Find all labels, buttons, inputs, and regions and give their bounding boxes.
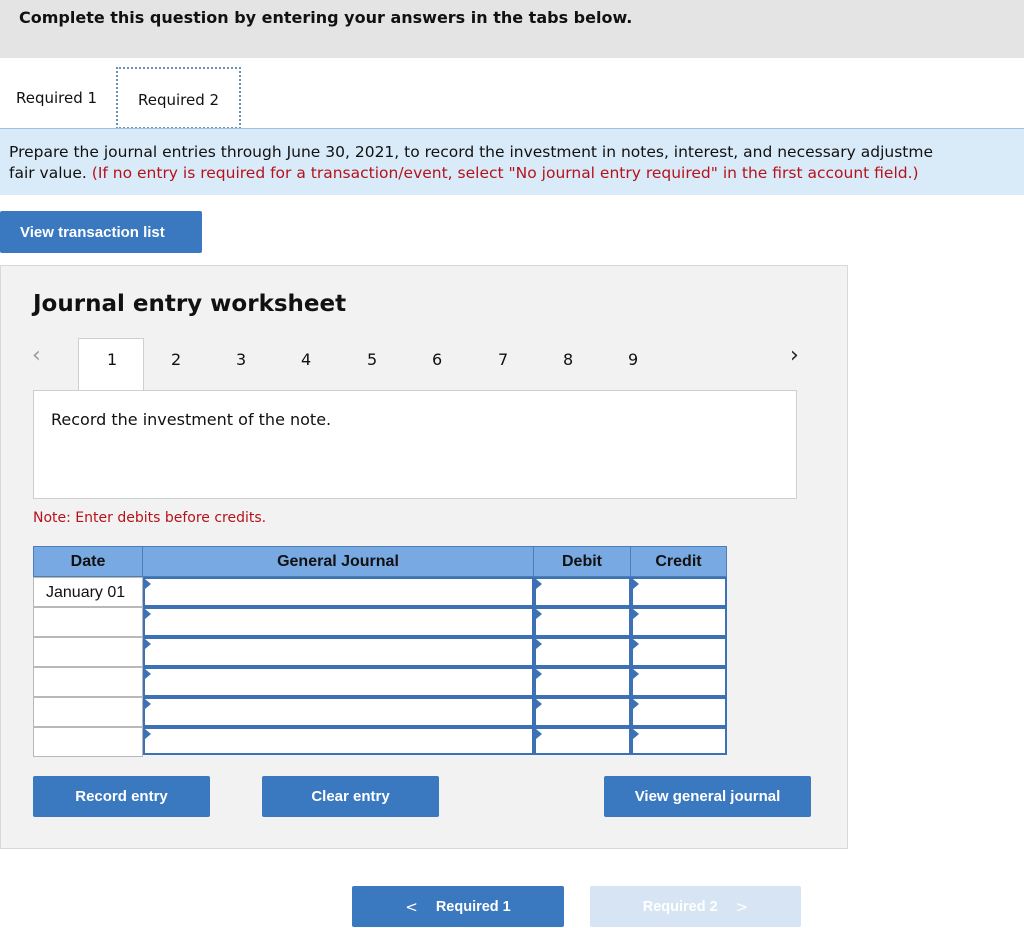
credit-input[interactable] xyxy=(631,697,727,727)
step-tab-6[interactable]: 6 xyxy=(432,350,442,369)
date-cell[interactable] xyxy=(33,697,143,727)
account-input[interactable] xyxy=(143,667,534,697)
tab-required-1-label: Required 1 xyxy=(16,89,98,107)
transaction-description-text: Record the investment of the note. xyxy=(51,410,332,429)
instructions-banner: Prepare the journal entries through June… xyxy=(0,128,1024,195)
debit-input[interactable] xyxy=(534,637,631,667)
step-tab-3[interactable]: 3 xyxy=(236,350,246,369)
account-input[interactable] xyxy=(143,577,534,607)
instructions-warning: (If no entry is required for a transacti… xyxy=(91,164,919,182)
transaction-description: Record the investment of the note. xyxy=(33,390,797,499)
step-tab-1[interactable]: 1 xyxy=(107,350,117,369)
chevron-left-icon: < xyxy=(405,897,418,916)
date-cell[interactable] xyxy=(33,607,143,637)
date-cell[interactable] xyxy=(33,727,143,757)
credit-input[interactable] xyxy=(631,727,727,755)
chevron-left-icon[interactable]: ‹ xyxy=(32,343,41,368)
credit-input[interactable] xyxy=(631,577,727,607)
date-cell[interactable]: January 01 xyxy=(33,577,143,607)
question-header: Complete this question by entering your … xyxy=(0,0,1024,58)
account-input[interactable] xyxy=(143,637,534,667)
date-cell[interactable] xyxy=(33,637,143,667)
step-tab-2[interactable]: 2 xyxy=(171,350,181,369)
view-general-journal-button[interactable]: View general journal xyxy=(604,776,811,817)
column-header-general-journal: General Journal xyxy=(142,546,534,577)
date-cell[interactable] xyxy=(33,667,143,697)
instructions-line-2: fair value. (If no entry is required for… xyxy=(9,163,1024,184)
instructions-line-1: Prepare the journal entries through June… xyxy=(9,143,934,161)
column-header-date: Date xyxy=(33,546,143,577)
credit-input[interactable] xyxy=(631,607,727,637)
tab-required-1[interactable]: Required 1 xyxy=(0,68,117,128)
chevron-right-icon: > xyxy=(735,897,749,916)
view-transaction-list-button[interactable]: View transaction list xyxy=(0,211,202,253)
previous-required-button[interactable]: < Required 1 xyxy=(352,886,564,927)
debit-input[interactable] xyxy=(534,697,631,727)
clear-entry-button[interactable]: Clear entry xyxy=(262,776,439,817)
credit-input[interactable] xyxy=(631,667,727,697)
column-header-debit: Debit xyxy=(533,546,631,577)
account-input[interactable] xyxy=(143,727,534,755)
account-input[interactable] xyxy=(143,607,534,637)
chevron-right-icon[interactable]: › xyxy=(790,343,799,368)
debit-credit-note: Note: Enter debits before credits. xyxy=(33,510,267,526)
tab-required-2[interactable]: Required 2 xyxy=(116,67,241,129)
step-tab-5[interactable]: 5 xyxy=(367,350,377,369)
account-input[interactable] xyxy=(143,697,534,727)
step-tab-9[interactable]: 9 xyxy=(628,350,638,369)
debit-input[interactable] xyxy=(534,727,631,755)
step-tab-7[interactable]: 7 xyxy=(498,350,508,369)
debit-input[interactable] xyxy=(534,577,631,607)
previous-required-label: Required 1 xyxy=(435,898,511,915)
instructions-line-2-text: fair value. xyxy=(9,164,92,182)
step-tab-4[interactable]: 4 xyxy=(301,350,311,369)
question-title: Complete this question by entering your … xyxy=(19,8,633,27)
column-header-credit: Credit xyxy=(630,546,727,577)
credit-input[interactable] xyxy=(631,637,727,667)
debit-input[interactable] xyxy=(534,607,631,637)
tab-required-2-label: Required 2 xyxy=(138,91,220,109)
worksheet-title: Journal entry worksheet xyxy=(33,291,347,317)
step-tab-8[interactable]: 8 xyxy=(563,350,573,369)
debit-input[interactable] xyxy=(534,667,631,697)
next-required-label: Required 2 xyxy=(642,898,718,915)
record-entry-button[interactable]: Record entry xyxy=(33,776,210,817)
next-required-button[interactable]: Required 2 > xyxy=(590,886,801,927)
